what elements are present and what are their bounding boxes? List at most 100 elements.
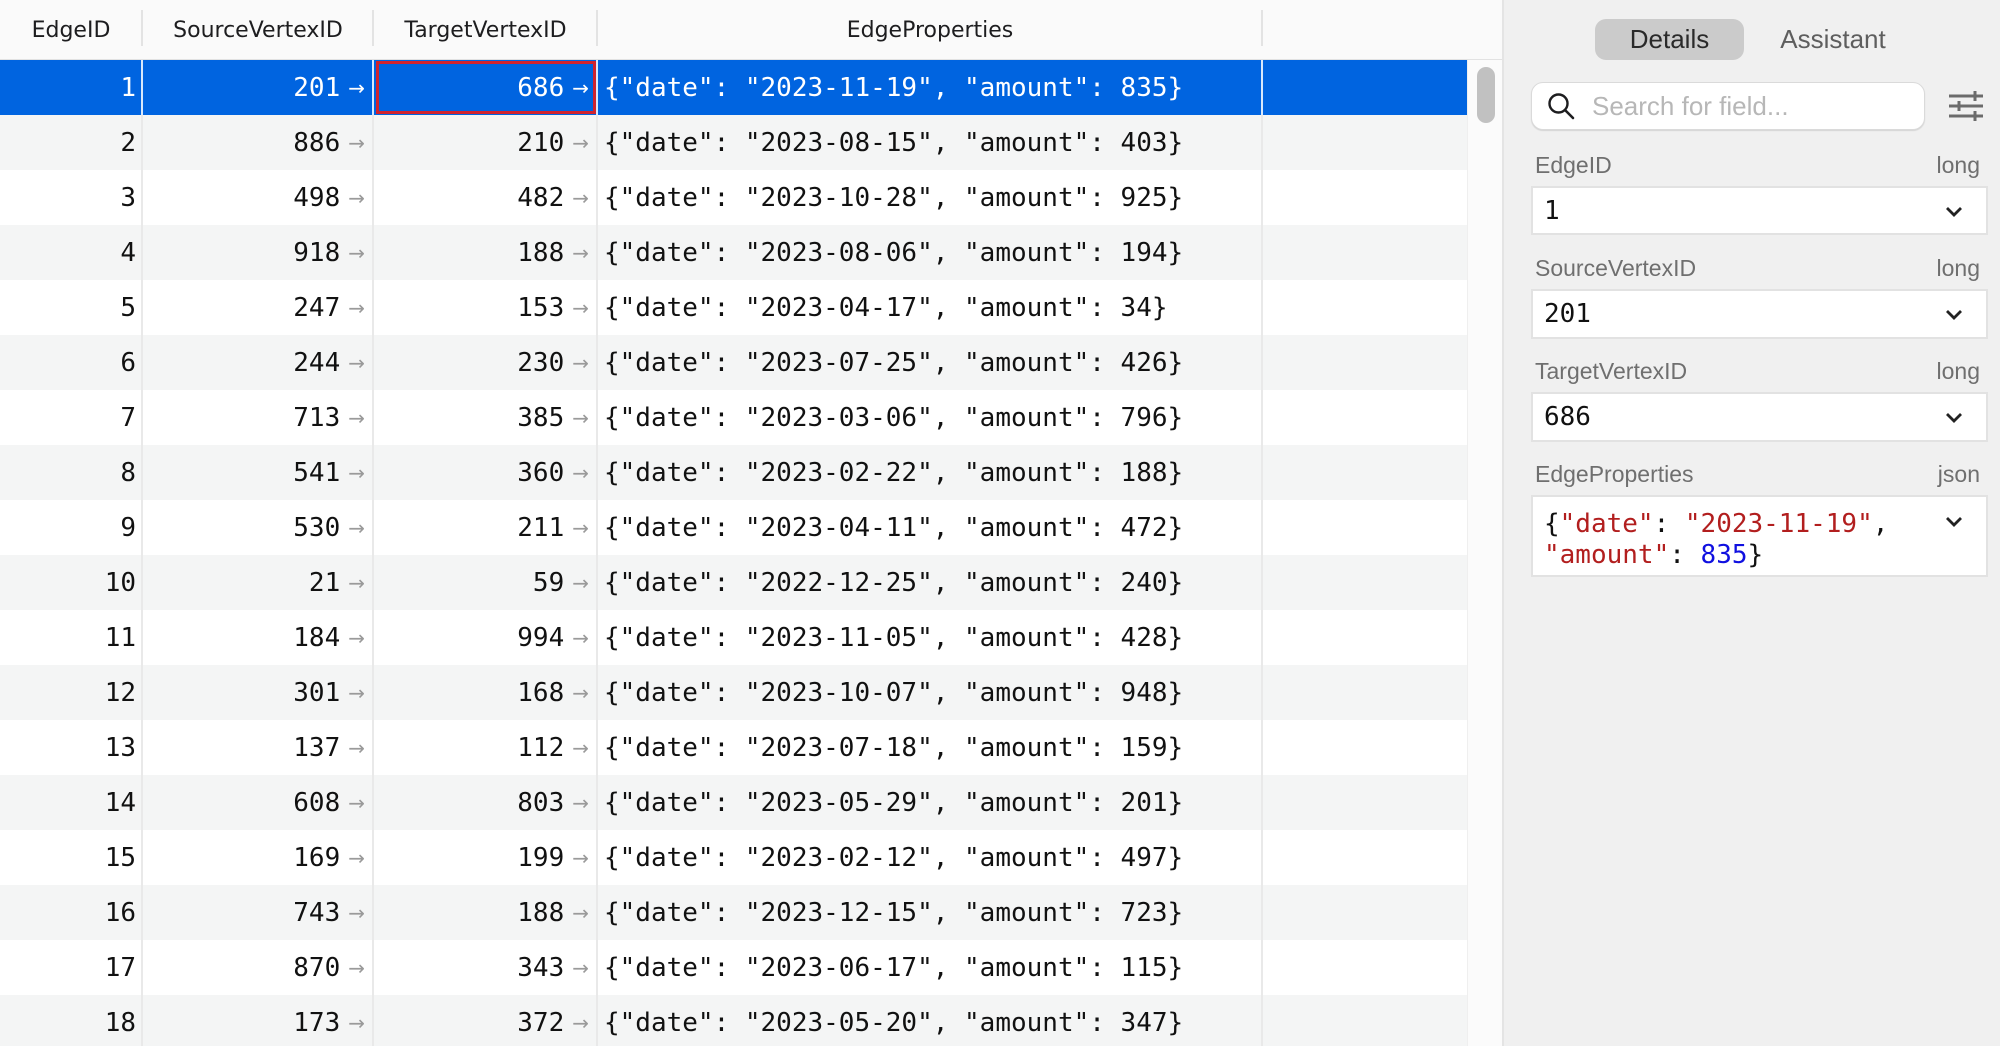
cell-edgeid[interactable]: 11 — [0, 610, 142, 665]
cell-edgeid[interactable]: 14 — [0, 775, 142, 830]
table-row[interactable]: 3 498 → 482 → {"date": "2023-10-28", "amount"… — [0, 170, 1467, 225]
cell-edgeproperties[interactable]: {"date": "2023-02-12", "amount": 497} — [598, 830, 1262, 885]
chevron-down-icon[interactable] — [1944, 515, 1964, 529]
cell-sourcevertexid[interactable]: 743 → — [143, 885, 373, 940]
table-row[interactable]: 11 184 → 994 → {"date": "2023-11-05", "amount… — [0, 610, 1467, 665]
cell-edgeproperties[interactable]: {"date": "2023-02-22", "amount": 188} — [598, 445, 1262, 500]
link-arrow-icon[interactable]: → — [348, 901, 365, 925]
cell-edgeid[interactable]: 2 — [0, 115, 142, 170]
cell-targetvertexid[interactable]: 210 → — [374, 115, 597, 170]
cell-edgeid[interactable]: 1 — [0, 60, 142, 115]
chevron-down-icon[interactable] — [1944, 205, 1964, 219]
link-arrow-icon[interactable]: → — [572, 791, 589, 815]
table-row[interactable]: 10 21 → 59 → {"date": "2022-12-25", "amount":… — [0, 555, 1467, 610]
table-row[interactable]: 14 608 → 803 → {"date": "2023-05-29", "amount… — [0, 775, 1467, 830]
link-arrow-icon[interactable]: → — [348, 791, 365, 815]
cell-edgeproperties[interactable]: {"date": "2023-10-07", "amount": 948} — [598, 665, 1262, 720]
tab-details[interactable]: Details — [1595, 19, 1744, 60]
link-arrow-icon[interactable]: → — [348, 186, 365, 210]
link-arrow-icon[interactable]: → — [348, 296, 365, 320]
cell-edgeid[interactable]: 17 — [0, 940, 142, 995]
cell-edgeproperties[interactable]: {"date": "2023-12-15", "amount": 723} — [598, 885, 1262, 940]
cell-targetvertexid[interactable]: 199 → — [374, 830, 597, 885]
link-arrow-icon[interactable]: → — [348, 516, 365, 540]
cell-sourcevertexid[interactable]: 886 → — [143, 115, 373, 170]
cell-edgeproperties[interactable]: {"date": "2023-07-18", "amount": 159} — [598, 720, 1262, 775]
cell-targetvertexid[interactable]: 59 → — [374, 555, 597, 610]
cell-edgeid[interactable]: 18 — [0, 995, 142, 1046]
link-arrow-icon[interactable]: → — [572, 461, 589, 485]
link-arrow-icon[interactable]: → — [572, 901, 589, 925]
field-edgeproperties-input[interactable]: {"date": "2023-11-19", "amount": 835} — [1531, 495, 1988, 577]
cell-targetvertexid[interactable]: 482 → — [374, 170, 597, 225]
link-arrow-icon[interactable]: → — [348, 241, 365, 265]
cell-edgeproperties[interactable]: {"date": "2023-03-06", "amount": 796} — [598, 390, 1262, 445]
table-row[interactable]: 13 137 → 112 → {"date": "2023-07-18", "amount… — [0, 720, 1467, 775]
table-row[interactable]: 5 247 → 153 → {"date": "2023-04-17", "amount"… — [0, 280, 1467, 335]
link-arrow-icon[interactable]: → — [572, 626, 589, 650]
cell-edgeproperties[interactable]: {"date": "2023-04-11", "amount": 472} — [598, 500, 1262, 555]
cell-targetvertexid[interactable]: 153 → — [374, 280, 597, 335]
link-arrow-icon[interactable]: → — [572, 406, 589, 430]
cell-edgeproperties[interactable]: {"date": "2023-06-17", "amount": 115} — [598, 940, 1262, 995]
link-arrow-icon[interactable]: → — [572, 76, 589, 100]
table-row[interactable]: 6 244 → 230 → {"date": "2023-07-25", "amount"… — [0, 335, 1467, 390]
cell-targetvertexid[interactable]: 372 → — [374, 995, 597, 1046]
cell-edgeproperties[interactable]: {"date": "2023-05-29", "amount": 201} — [598, 775, 1262, 830]
link-arrow-icon[interactable]: → — [348, 461, 365, 485]
cell-sourcevertexid[interactable]: 918 → — [143, 225, 373, 280]
tab-assistant[interactable]: Assistant — [1744, 19, 1922, 60]
cell-edgeid[interactable]: 6 — [0, 335, 142, 390]
field-search[interactable] — [1531, 82, 1925, 130]
cell-sourcevertexid[interactable]: 247 → — [143, 280, 373, 335]
column-header-edgeid[interactable]: EdgeID — [0, 0, 142, 60]
cell-edgeproperties[interactable]: {"date": "2023-04-17", "amount": 34} — [598, 280, 1262, 335]
cell-targetvertexid[interactable]: 188 → — [374, 885, 597, 940]
table-row[interactable]: 16 743 → 188 → {"date": "2023-12-15", "amount… — [0, 885, 1467, 940]
link-arrow-icon[interactable]: → — [348, 351, 365, 375]
column-header-edgeproperties[interactable]: EdgeProperties — [598, 0, 1262, 60]
cell-sourcevertexid[interactable]: 530 → — [143, 500, 373, 555]
cell-targetvertexid[interactable]: 994 → — [374, 610, 597, 665]
link-arrow-icon[interactable]: → — [572, 296, 589, 320]
column-header-sourcevertexid[interactable]: SourceVertexID — [143, 0, 373, 60]
cell-edgeproperties[interactable]: {"date": "2023-08-15", "amount": 403} — [598, 115, 1262, 170]
cell-targetvertexid[interactable]: 803 → — [374, 775, 597, 830]
link-arrow-icon[interactable]: → — [348, 76, 365, 100]
cell-sourcevertexid[interactable]: 201 → — [143, 60, 373, 115]
link-arrow-icon[interactable]: → — [348, 1011, 365, 1035]
link-arrow-icon[interactable]: → — [348, 846, 365, 870]
cell-sourcevertexid[interactable]: 173 → — [143, 995, 373, 1046]
cell-targetvertexid[interactable]: 188 → — [374, 225, 597, 280]
table-row[interactable]: 12 301 → 168 → {"date": "2023-10-07", "amount… — [0, 665, 1467, 720]
column-resize-handle[interactable] — [1261, 10, 1263, 46]
table-row[interactable]: 4 918 → 188 → {"date": "2023-08-06", "amount"… — [0, 225, 1467, 280]
cell-edgeproperties[interactable]: {"date": "2023-10-28", "amount": 925} — [598, 170, 1262, 225]
cell-edgeid[interactable]: 3 — [0, 170, 142, 225]
link-arrow-icon[interactable]: → — [572, 736, 589, 760]
table-row[interactable]: 17 870 → 343 → {"date": "2023-06-17", "amount… — [0, 940, 1467, 995]
filter-settings-icon[interactable] — [1947, 89, 1985, 123]
cell-edgeid[interactable]: 5 — [0, 280, 142, 335]
cell-targetvertexid[interactable]: 230 → — [374, 335, 597, 390]
cell-targetvertexid[interactable]: 343 → — [374, 940, 597, 995]
cell-sourcevertexid[interactable]: 169 → — [143, 830, 373, 885]
cell-edgeproperties[interactable]: {"date": "2022-12-25", "amount": 240} — [598, 555, 1262, 610]
chevron-down-icon[interactable] — [1944, 411, 1964, 425]
link-arrow-icon[interactable]: → — [348, 626, 365, 650]
link-arrow-icon[interactable]: → — [348, 736, 365, 760]
cell-edgeproperties[interactable]: {"date": "2023-11-19", "amount": 835} — [598, 60, 1262, 115]
link-arrow-icon[interactable]: → — [572, 351, 589, 375]
link-arrow-icon[interactable]: → — [572, 516, 589, 540]
cell-edgeid[interactable]: 10 — [0, 555, 142, 610]
cell-edgeid[interactable]: 7 — [0, 390, 142, 445]
table-row[interactable]: 9 530 → 211 → {"date": "2023-04-11", "amount"… — [0, 500, 1467, 555]
cell-sourcevertexid[interactable]: 244 → — [143, 335, 373, 390]
cell-edgeproperties[interactable]: {"date": "2023-11-05", "amount": 428} — [598, 610, 1262, 665]
cell-sourcevertexid[interactable]: 301 → — [143, 665, 373, 720]
cell-edgeid[interactable]: 13 — [0, 720, 142, 775]
cell-edgeid[interactable]: 12 — [0, 665, 142, 720]
chevron-down-icon[interactable] — [1944, 308, 1964, 322]
link-arrow-icon[interactable]: → — [572, 186, 589, 210]
link-arrow-icon[interactable]: → — [348, 571, 365, 595]
